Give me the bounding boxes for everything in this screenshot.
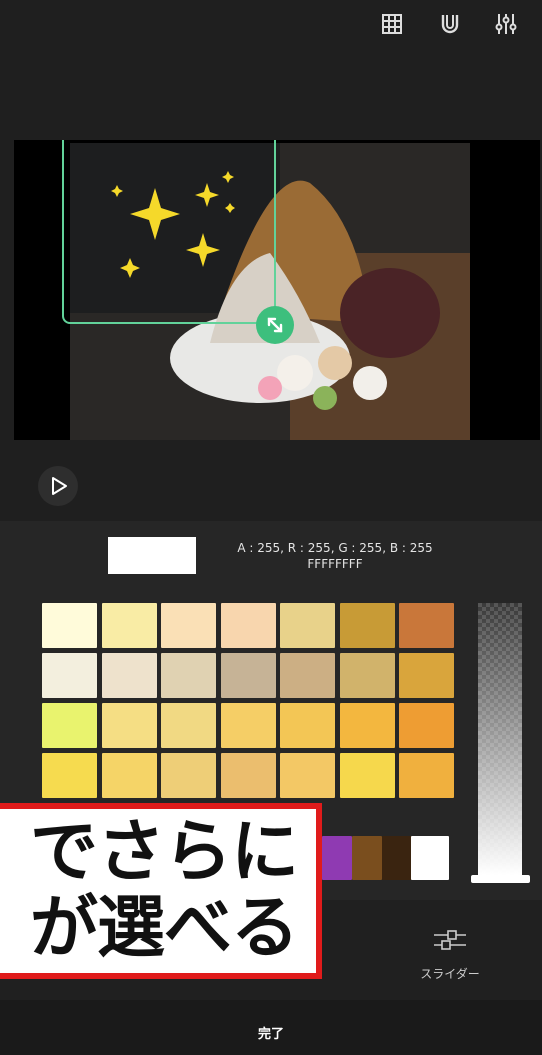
color-swatch[interactable] bbox=[280, 603, 335, 648]
color-swatch[interactable] bbox=[339, 703, 395, 748]
color-swatch[interactable] bbox=[352, 836, 382, 880]
hex-text: FFFFFFFF bbox=[307, 557, 363, 571]
grid-icon[interactable] bbox=[378, 10, 406, 38]
banner-line-2: が選べる bbox=[29, 889, 299, 968]
color-swatch[interactable] bbox=[399, 753, 454, 798]
color-swatch[interactable] bbox=[220, 753, 276, 798]
color-swatch[interactable] bbox=[161, 603, 216, 648]
color-swatch[interactable] bbox=[42, 653, 97, 698]
slider-mode-label[interactable]: スライダー bbox=[410, 965, 490, 982]
color-swatch[interactable] bbox=[161, 753, 216, 798]
color-swatch[interactable] bbox=[280, 653, 335, 698]
color-swatch[interactable] bbox=[382, 836, 412, 880]
color-swatch[interactable] bbox=[161, 653, 216, 698]
color-swatch[interactable] bbox=[339, 753, 395, 798]
selection-box[interactable] bbox=[62, 140, 276, 324]
magnet-icon[interactable] bbox=[436, 10, 464, 38]
adjust-sliders-icon[interactable] bbox=[492, 10, 520, 38]
alpha-slider[interactable] bbox=[478, 603, 522, 875]
color-swatch[interactable] bbox=[280, 703, 335, 748]
color-swatch[interactable] bbox=[220, 603, 276, 648]
color-swatch[interactable] bbox=[280, 753, 335, 798]
color-swatch[interactable] bbox=[339, 603, 395, 648]
resize-handle-icon[interactable] bbox=[256, 306, 294, 344]
color-swatch[interactable] bbox=[101, 603, 157, 648]
argb-text: A : 255, R : 255, G : 255, B : 255 bbox=[237, 541, 433, 555]
alpha-slider-thumb[interactable] bbox=[471, 875, 530, 883]
color-swatch[interactable] bbox=[101, 703, 157, 748]
banner-line-1: でさらに bbox=[29, 813, 299, 892]
color-swatch[interactable] bbox=[411, 836, 449, 880]
slider-mode-icon[interactable] bbox=[430, 925, 470, 955]
color-swatch[interactable] bbox=[220, 653, 276, 698]
overlay-caption-banner: でさらに が選べる bbox=[0, 803, 322, 979]
color-swatch[interactable] bbox=[101, 753, 157, 798]
color-swatch[interactable] bbox=[322, 836, 352, 880]
color-swatch[interactable] bbox=[339, 653, 395, 698]
current-color-swatch bbox=[108, 537, 196, 574]
done-button[interactable]: 完了 bbox=[0, 1023, 542, 1042]
color-values: A : 255, R : 255, G : 255, B : 255 FFFFF… bbox=[215, 540, 455, 572]
color-swatch[interactable] bbox=[101, 653, 157, 698]
color-swatch[interactable] bbox=[42, 603, 97, 648]
play-icon bbox=[52, 477, 67, 495]
color-swatch[interactable] bbox=[220, 703, 276, 748]
color-swatch[interactable] bbox=[399, 703, 454, 748]
color-swatch[interactable] bbox=[161, 703, 216, 748]
color-swatch[interactable] bbox=[399, 603, 454, 648]
play-button[interactable] bbox=[38, 466, 78, 506]
color-swatch[interactable] bbox=[399, 653, 454, 698]
color-swatch[interactable] bbox=[42, 753, 97, 798]
color-swatch[interactable] bbox=[42, 703, 97, 748]
